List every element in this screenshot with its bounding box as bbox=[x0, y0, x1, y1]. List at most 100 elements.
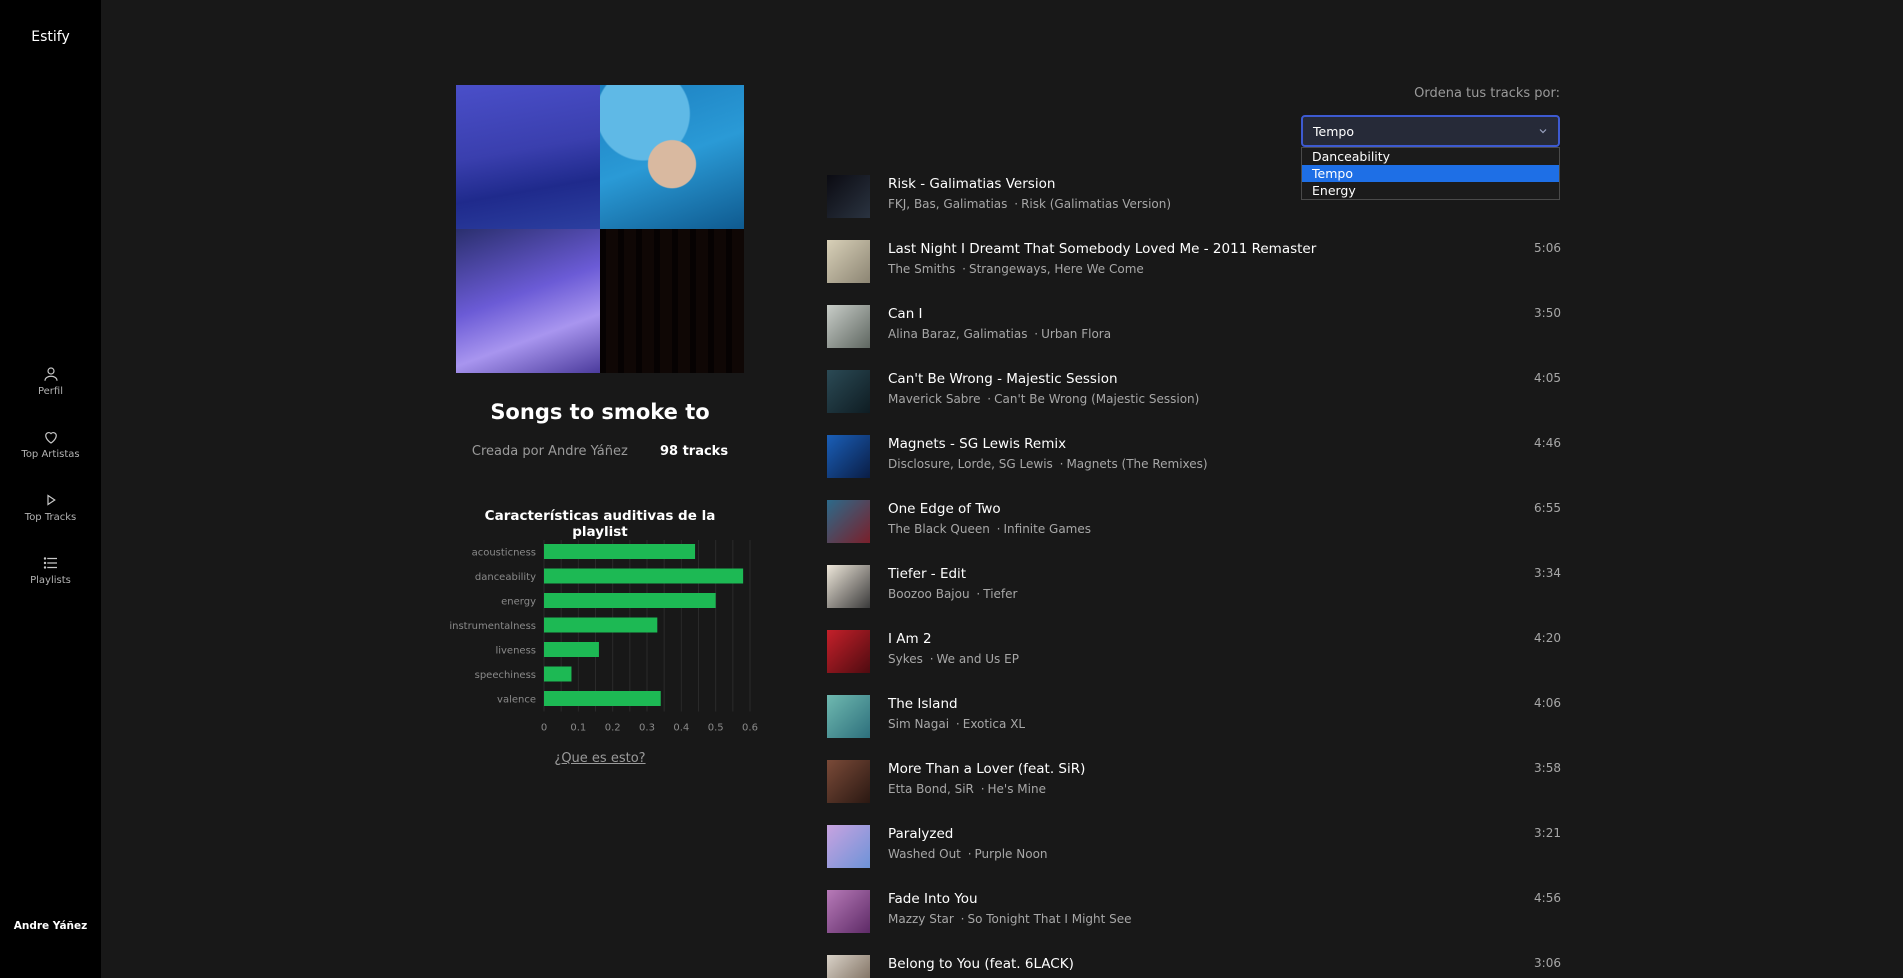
separator: · bbox=[992, 522, 1001, 536]
playlist-meta: Creada por Andre Yáñez 98 tracks bbox=[456, 444, 744, 459]
playlist-cover bbox=[456, 85, 744, 373]
track-name: Magnets - SG Lewis Remix bbox=[888, 436, 1067, 452]
track-subtitle: Sim Nagai · Exotica XL bbox=[888, 717, 1025, 731]
what-is-this-link[interactable]: ¿Que es esto? bbox=[456, 751, 744, 766]
bar-energy bbox=[544, 593, 716, 608]
track-row[interactable]: One Edge of Two The Black Queen · Infinite… bbox=[826, 497, 1561, 562]
track-row[interactable]: I Am 2 Sykes · We and Us EP 4:20 bbox=[826, 627, 1561, 692]
category-label: speechiness bbox=[475, 670, 536, 681]
track-subtitle: Mazzy Star · So Tonight That I Might See bbox=[888, 912, 1132, 926]
track-name: Can I bbox=[888, 306, 923, 322]
play-icon bbox=[46, 494, 56, 506]
track-album: We and Us EP bbox=[936, 652, 1019, 666]
track-subtitle: Disclosure, Lorde, SG Lewis · Magnets (Th… bbox=[888, 457, 1208, 471]
track-name: I Am 2 bbox=[888, 631, 932, 647]
nav-item-top-artistas[interactable]: Top Artistas bbox=[0, 428, 101, 460]
x-tick-label: 0.2 bbox=[605, 723, 621, 734]
track-row[interactable]: Magnets - SG Lewis Remix Disclosure, Lord… bbox=[826, 432, 1561, 497]
nav-item-playlists[interactable]: Playlists bbox=[0, 554, 101, 586]
category-label: liveness bbox=[495, 646, 536, 657]
x-tick-label: 0.1 bbox=[570, 723, 586, 734]
heart-icon bbox=[44, 432, 57, 444]
album-art bbox=[827, 565, 870, 608]
track-artists: Washed Out bbox=[888, 847, 961, 861]
features-chart: acousticness danceability energy instrument… bbox=[449, 540, 758, 734]
cover-tile bbox=[456, 85, 600, 229]
separator: · bbox=[963, 847, 972, 861]
track-name: The Island bbox=[888, 696, 958, 712]
track-duration: 3:50 bbox=[1534, 306, 1561, 320]
sort-label: Ordena tus tracks por: bbox=[1414, 86, 1560, 101]
track-name: One Edge of Two bbox=[888, 501, 1001, 517]
album-art bbox=[827, 240, 870, 283]
track-duration: 4:56 bbox=[1534, 891, 1561, 905]
track-artists: Boozoo Bajou bbox=[888, 587, 970, 601]
x-tick-label: 0.4 bbox=[673, 723, 689, 734]
track-artists: Maverick Sabre bbox=[888, 392, 981, 406]
track-row[interactable]: Tiefer - Edit Boozoo Bajou · Tiefer 3:34 bbox=[826, 562, 1561, 627]
track-name: Risk - Galimatias Version bbox=[888, 176, 1056, 192]
app-brand[interactable]: Estify bbox=[0, 29, 101, 45]
track-subtitle: Washed Out · Purple Noon bbox=[888, 847, 1048, 861]
track-album: Infinite Games bbox=[1003, 522, 1092, 536]
separator: · bbox=[972, 587, 981, 601]
sidebar: Estify Perfil Top Artistas Top Tracks Pl… bbox=[0, 0, 101, 978]
x-tick-label: 0.6 bbox=[742, 723, 758, 734]
cover-tile bbox=[600, 85, 744, 229]
album-art bbox=[827, 175, 870, 218]
category-label: danceability bbox=[475, 572, 536, 583]
track-album: Magnets (The Remixes) bbox=[1066, 457, 1208, 471]
album-art bbox=[827, 695, 870, 738]
playlist-owner: Creada por Andre Yáñez bbox=[471, 444, 628, 459]
track-duration: 4:05 bbox=[1534, 371, 1561, 385]
track-artists: FKJ, Bas, Galimatias bbox=[888, 197, 1008, 211]
chevron-down-icon bbox=[1539, 129, 1547, 134]
person-icon bbox=[43, 367, 58, 381]
user-name[interactable]: Andre Yáñez bbox=[0, 920, 101, 932]
track-subtitle: The Black Queen · Infinite Games bbox=[888, 522, 1091, 536]
separator: · bbox=[958, 262, 966, 276]
separator: · bbox=[983, 392, 992, 406]
track-artists: Alina Baraz, Galimatias bbox=[888, 327, 1028, 341]
x-tick-label: 0.3 bbox=[639, 723, 655, 734]
track-artists: The Smiths bbox=[888, 262, 956, 276]
track-name: Belong to You (feat. 6LACK) bbox=[888, 956, 1074, 972]
track-duration: 4:20 bbox=[1534, 631, 1561, 645]
album-art bbox=[827, 825, 870, 868]
bar-valence bbox=[544, 691, 661, 706]
sort-option-danceability[interactable]: Danceability bbox=[1302, 148, 1559, 165]
track-row[interactable]: Paralyzed Washed Out · Purple Noon 3:21 bbox=[826, 822, 1561, 887]
track-album: Urban Flora bbox=[1041, 327, 1112, 341]
track-row[interactable]: Last Night I Dreamt That Somebody Loved … bbox=[826, 237, 1561, 302]
nav-label: Perfil bbox=[37, 386, 63, 397]
track-name: Fade Into You bbox=[888, 891, 978, 907]
track-row[interactable]: More Than a Lover (feat. SiR) Etta Bond, … bbox=[826, 757, 1561, 822]
nav-item-perfil[interactable]: Perfil bbox=[0, 365, 101, 397]
track-album: Risk (Galimatias Version) bbox=[1021, 197, 1172, 211]
nav-item-top-tracks[interactable]: Top Tracks bbox=[0, 491, 101, 523]
track-row[interactable]: Fade Into You Mazzy Star · So Tonight That… bbox=[826, 887, 1561, 952]
cover-tile bbox=[456, 229, 600, 373]
track-album: Exotica XL bbox=[962, 717, 1026, 731]
track-subtitle: Etta Bond, SiR · He's Mine bbox=[888, 782, 1046, 796]
category-label: acousticness bbox=[472, 548, 536, 559]
sort-select[interactable]: Tempo bbox=[1301, 115, 1560, 147]
track-row[interactable]: Belong to You (feat. 6LACK) 3:06 bbox=[826, 952, 1561, 978]
track-artists: Mazzy Star bbox=[888, 912, 954, 926]
track-row[interactable]: The Island Sim Nagai · Exotica XL 4:06 bbox=[826, 692, 1561, 757]
track-artists: Sim Nagai bbox=[888, 717, 950, 731]
track-subtitle: Alina Baraz, Galimatias · Urban Flora bbox=[888, 327, 1111, 341]
track-subtitle: Sykes · We and Us EP bbox=[888, 652, 1019, 666]
track-row[interactable]: Risk - Galimatias Version FKJ, Bas, Galim… bbox=[826, 172, 1561, 237]
separator: · bbox=[976, 782, 985, 796]
album-art bbox=[827, 305, 870, 348]
track-row[interactable]: Can't Be Wrong - Majestic Session Maveric… bbox=[826, 367, 1561, 432]
track-row[interactable]: Can I Alina Baraz, Galimatias · Urban Flor… bbox=[826, 302, 1561, 367]
track-duration: 6:55 bbox=[1534, 501, 1561, 515]
album-art bbox=[827, 500, 870, 543]
track-duration: 3:34 bbox=[1534, 566, 1561, 580]
track-album: Can't Be Wrong (Majestic Session) bbox=[994, 392, 1200, 406]
track-subtitle: The Smiths · Strangeways, Here We Come bbox=[888, 262, 1144, 276]
bar-acousticness bbox=[544, 544, 696, 559]
track-duration: 3:58 bbox=[1534, 761, 1561, 775]
